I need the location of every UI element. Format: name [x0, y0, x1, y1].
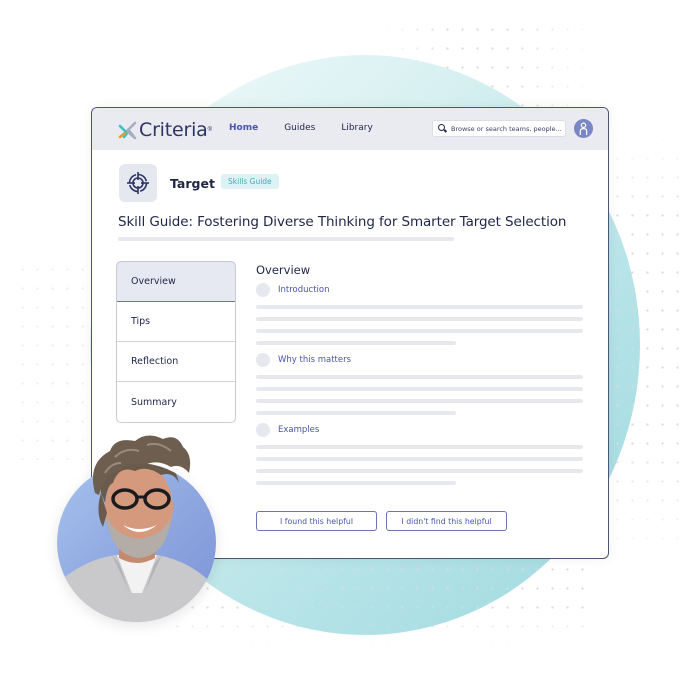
- subsection-title[interactable]: Introduction: [278, 285, 329, 295]
- search-icon: [438, 124, 447, 133]
- criteria-logo[interactable]: Criteria ®: [118, 119, 212, 141]
- decorative-dot-grid: [170, 560, 590, 650]
- bullet-circle-icon: [256, 423, 270, 437]
- tab-tips[interactable]: Tips: [117, 302, 235, 342]
- text-placeholder-line: [256, 481, 456, 485]
- nav-item-guides[interactable]: Guides: [284, 123, 315, 133]
- text-placeholder-line: [256, 329, 583, 333]
- subsection-title[interactable]: Why this matters: [278, 355, 351, 365]
- text-placeholder-line: [256, 399, 583, 403]
- not-helpful-button[interactable]: I didn't find this helpful: [386, 511, 507, 531]
- target-icon: [127, 172, 149, 194]
- subsection-title[interactable]: Examples: [278, 425, 319, 435]
- text-placeholder-line: [256, 375, 583, 379]
- tab-overview[interactable]: Overview: [117, 262, 235, 302]
- text-placeholder-line: [256, 317, 583, 321]
- search-input[interactable]: Browse or search teams, people...: [432, 120, 566, 137]
- bullet-circle-icon: [256, 283, 270, 297]
- nav-item-library[interactable]: Library: [341, 123, 372, 133]
- registered-mark: ®: [207, 127, 213, 133]
- portrait-hair-overflow: [92, 435, 191, 495]
- text-placeholder-line: [256, 469, 583, 473]
- text-placeholder-line: [256, 305, 583, 309]
- category-icon-box: [119, 164, 157, 202]
- text-placeholder-line: [256, 411, 456, 415]
- tab-summary[interactable]: Summary: [117, 382, 235, 422]
- text-placeholder-line: [256, 387, 583, 391]
- helpful-button[interactable]: I found this helpful: [256, 511, 377, 531]
- user-avatar-button[interactable]: [574, 119, 593, 138]
- text-placeholder-line: [256, 445, 583, 449]
- page-title: Skill Guide: Fostering Diverse Thinking …: [118, 214, 567, 230]
- main-nav: Home Guides Library: [229, 123, 399, 133]
- tab-reflection[interactable]: Reflection: [117, 342, 235, 382]
- decorative-dot-grid: [15, 260, 95, 460]
- top-navigation-bar: Criteria ® Home Guides Library Browse or …: [92, 108, 608, 150]
- decorative-dot-grid: [610, 130, 690, 570]
- subsection-why-this-matters: Why this matters: [256, 353, 586, 415]
- logo-wordmark: Criteria: [139, 119, 208, 141]
- text-placeholder-line: [256, 457, 583, 461]
- main-content: Overview Introduction Why this matters E…: [256, 263, 586, 493]
- search-placeholder: Browse or search teams, people...: [451, 124, 562, 133]
- section-heading: Overview: [256, 263, 311, 277]
- category-title: Target: [170, 176, 215, 191]
- nav-item-home[interactable]: Home: [229, 123, 258, 133]
- section-tabs: Overview Tips Reflection Summary: [116, 261, 236, 423]
- feedback-buttons: I found this helpful I didn't find this …: [256, 511, 507, 531]
- bullet-circle-icon: [256, 353, 270, 367]
- user-icon: [579, 122, 588, 135]
- subsection-introduction: Introduction: [256, 283, 586, 345]
- subsection-examples: Examples: [256, 423, 586, 485]
- criteria-logo-icon: [118, 121, 137, 140]
- skills-guide-badge: Skills Guide: [221, 174, 279, 189]
- title-placeholder-bar: [118, 237, 454, 241]
- text-placeholder-line: [256, 341, 456, 345]
